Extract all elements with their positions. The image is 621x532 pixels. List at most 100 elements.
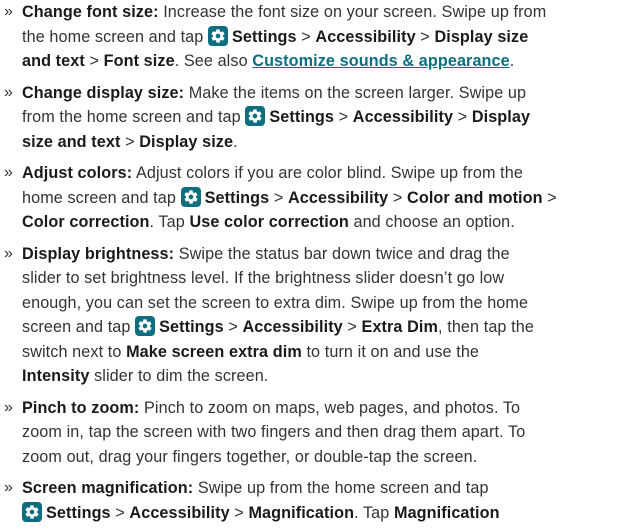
bold-term: Accessibility bbox=[352, 108, 454, 126]
bold-term: Accessibility bbox=[288, 188, 389, 207]
body-text: > bbox=[415, 27, 435, 46]
body-text: slider to set brightness level. If the b… bbox=[22, 269, 505, 287]
bold-term: and text bbox=[22, 52, 85, 70]
text-line: switch next to Make screen extra dim to … bbox=[22, 340, 621, 365]
body-text: . Tap bbox=[149, 213, 190, 231]
body-text: > bbox=[542, 188, 557, 207]
bold-term: Display size bbox=[434, 27, 529, 46]
body-text: > bbox=[110, 503, 130, 522]
list-item: » Adjust colors: Adjust colors if you are… bbox=[0, 161, 621, 235]
bold-term: Settings bbox=[269, 108, 335, 126]
body-text: and choose an option. bbox=[348, 213, 515, 231]
bold-term: Settings bbox=[231, 27, 297, 46]
bold-term: Color correction bbox=[22, 213, 150, 231]
accessibility-instructions: » Change font size: Increase the font siz… bbox=[0, 0, 621, 532]
body-text: > bbox=[453, 108, 472, 126]
text-line: Pinch to zoom: Pinch to zoom on maps, we… bbox=[22, 396, 621, 421]
body-text: enough, you can set the screen to extra … bbox=[22, 293, 529, 312]
body-text: . bbox=[509, 52, 515, 70]
settings-gear-icon bbox=[245, 106, 266, 126]
body-text: Swipe up from the home screen and tap bbox=[193, 479, 489, 497]
list-item: » Display brightness: Swipe the status ba… bbox=[0, 242, 621, 389]
settings-gear-icon bbox=[180, 186, 201, 207]
text-line: Adjust colors: Adjust colors if you are … bbox=[22, 161, 621, 186]
settings-gear-icon bbox=[135, 316, 156, 336]
bold-term: Adjust colors: bbox=[22, 164, 133, 182]
bold-term: Use color correction bbox=[189, 213, 349, 231]
text-line: Screen magnification: Swipe up from the … bbox=[22, 476, 621, 501]
bold-term: Extra Dim bbox=[361, 318, 439, 336]
bold-term: Intensity bbox=[22, 367, 90, 385]
body-text: zoom out, drag your fingers together, or… bbox=[22, 447, 478, 466]
bold-term: Color and motion bbox=[407, 188, 543, 207]
body-text: Swipe the status bar down twice and drag… bbox=[174, 244, 510, 263]
text-line: enough, you can set the screen to extra … bbox=[22, 291, 621, 316]
bold-term: Accessibility bbox=[129, 503, 230, 522]
settings-gear-icon bbox=[207, 25, 228, 46]
bullet-marker: » bbox=[4, 479, 13, 496]
bold-term: Magnification bbox=[248, 503, 355, 522]
body-text: > bbox=[296, 27, 316, 46]
list-item: » Pinch to zoom: Pinch to zoom on maps, w… bbox=[0, 396, 621, 470]
text-line: and text > Font size. See also Customize… bbox=[22, 49, 621, 74]
customize-sounds-link[interactable]: Customize sounds & appearance bbox=[252, 52, 509, 70]
bold-term: Font size bbox=[103, 52, 175, 70]
body-text: home screen and tap bbox=[22, 188, 181, 207]
text-line: size and text > Display size. bbox=[22, 130, 621, 155]
body-text: screen and tap bbox=[22, 318, 136, 336]
text-line: Intensity slider to dim the screen. bbox=[22, 364, 621, 389]
text-line: Display brightness: Swipe the status bar… bbox=[22, 242, 621, 267]
bullet-marker: » bbox=[4, 3, 13, 20]
bold-term: Magnification bbox=[393, 503, 500, 522]
text-line: slider to set brightness level. If the b… bbox=[22, 266, 621, 291]
list-item: » Change font size: Increase the font siz… bbox=[0, 0, 621, 74]
text-line: the home screen and tap Settings > Acces… bbox=[22, 25, 621, 50]
body-text: > bbox=[84, 52, 104, 70]
text-line: Settings > Accessibility > Magnification… bbox=[22, 501, 621, 526]
body-text: Adjust colors if you are color blind. Sw… bbox=[132, 164, 523, 182]
bold-term: Make screen extra dim bbox=[126, 342, 302, 361]
body-text: > bbox=[229, 503, 249, 522]
bold-term: Accessibility bbox=[242, 318, 343, 336]
list-item: » Change display size: Make the items on … bbox=[0, 81, 621, 155]
body-text: slider to dim the screen. bbox=[89, 367, 269, 385]
body-text: Increase the font size on your screen. S… bbox=[158, 3, 547, 21]
body-text: > bbox=[342, 318, 362, 336]
bullet-marker: » bbox=[4, 164, 13, 181]
body-text: > bbox=[334, 108, 353, 126]
bold-term: size and text bbox=[22, 132, 121, 151]
body-text: the home screen and tap bbox=[22, 27, 208, 46]
bold-term: Accessibility bbox=[315, 27, 416, 46]
text-line: Color correction. Tap Use color correcti… bbox=[22, 210, 621, 235]
body-text: . Tap bbox=[354, 503, 394, 522]
body-text: > bbox=[120, 132, 140, 151]
body-text: from the home screen and tap bbox=[22, 108, 246, 126]
body-text: to turn it on and use the bbox=[301, 342, 480, 361]
bullet-marker: » bbox=[4, 83, 13, 101]
bold-term: Pinch to zoom: bbox=[22, 398, 140, 417]
bold-term: Settings bbox=[46, 503, 111, 522]
text-line: from the home screen and tap Settings > … bbox=[22, 105, 621, 130]
text-line: Change font size: Increase the font size… bbox=[22, 0, 621, 25]
text-line: screen and tap Settings > Accessibility … bbox=[22, 315, 621, 340]
bold-term: Change font size: bbox=[22, 3, 159, 21]
body-text: Make the items on the screen larger. Swi… bbox=[184, 83, 527, 102]
bold-term: Display bbox=[471, 108, 531, 126]
body-text: zoom in, tap the screen with two fingers… bbox=[22, 423, 526, 441]
settings-gear-icon bbox=[22, 501, 42, 522]
bold-term: Screen magnification: bbox=[22, 479, 194, 497]
bold-term: Display brightness: bbox=[22, 244, 175, 263]
body-text: switch next to bbox=[22, 342, 127, 361]
bold-term: Settings bbox=[204, 188, 270, 207]
body-text: > bbox=[223, 318, 243, 336]
bullet-marker: » bbox=[4, 244, 13, 262]
body-text: > bbox=[269, 188, 289, 207]
text-line: Change display size: Make the items on t… bbox=[22, 81, 621, 106]
body-text: , then tap the bbox=[438, 318, 534, 336]
bold-term: Change display size: bbox=[22, 83, 185, 102]
bold-term: Display size bbox=[139, 132, 234, 151]
text-line: zoom in, tap the screen with two fingers… bbox=[22, 420, 621, 445]
text-line: home screen and tap Settings > Accessibi… bbox=[22, 186, 621, 211]
body-text: . See also bbox=[174, 52, 253, 70]
body-text: . bbox=[233, 132, 238, 151]
